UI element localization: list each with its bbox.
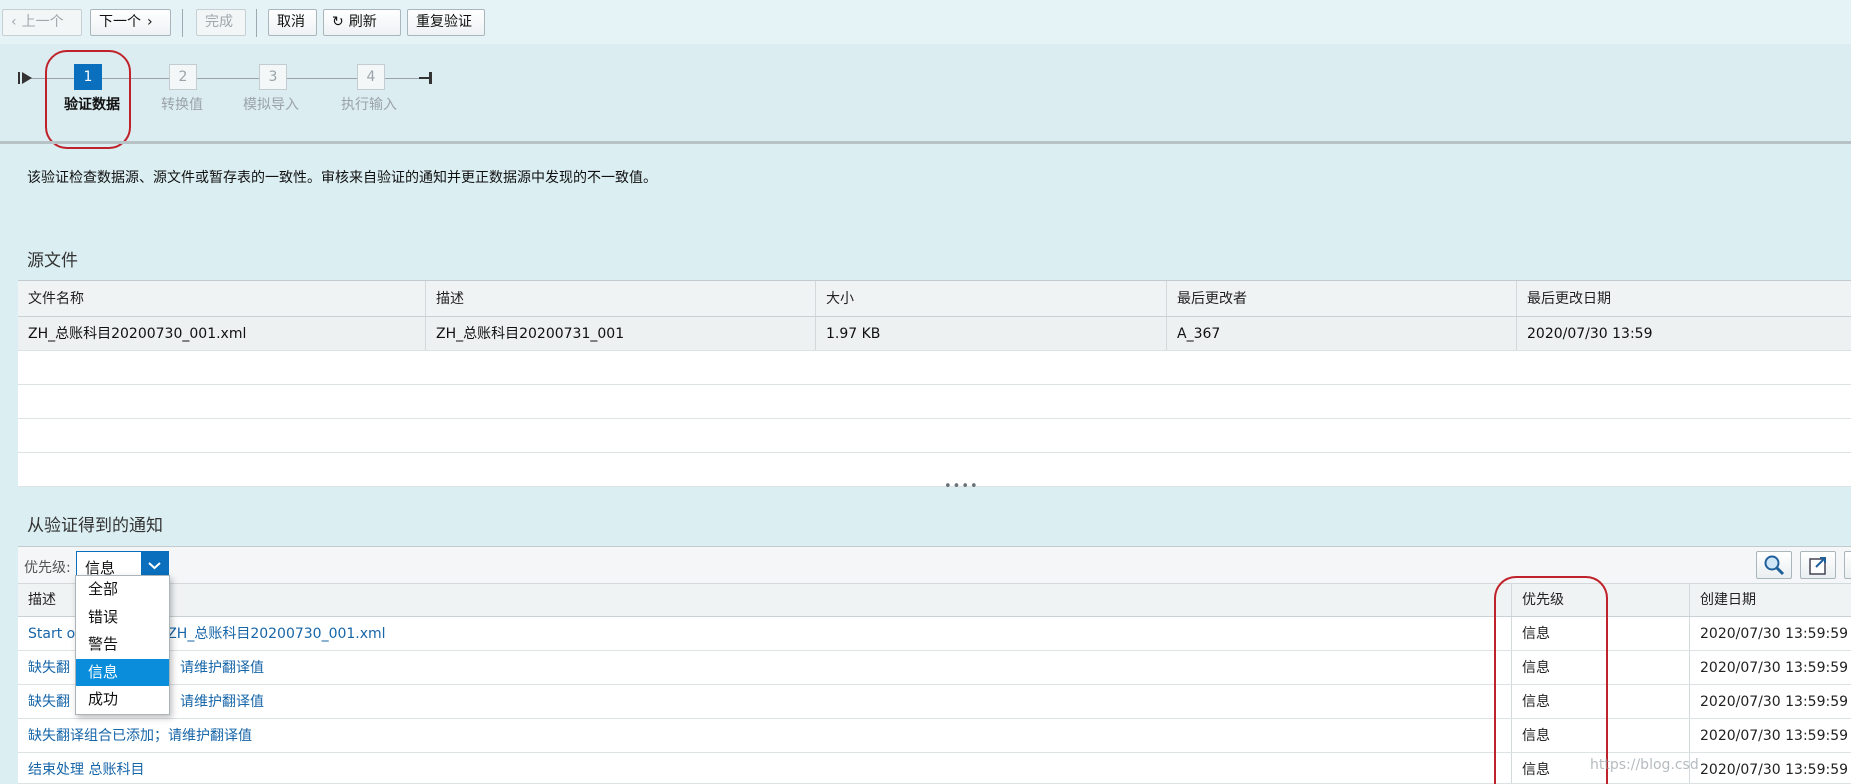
notification-date: 2020/07/30 13:59:59 xyxy=(1700,660,1849,676)
previous-label: 上一个 xyxy=(21,14,64,30)
priority-filter-label: 优先级: xyxy=(24,560,71,576)
step-2-number[interactable]: 2 xyxy=(169,64,197,90)
column-header-description[interactable]: 描述 xyxy=(426,281,816,316)
step-roadmap xyxy=(0,44,1851,140)
toolbar: ‹ 上一个 下一个 › 完成 取消 ↻ 刷新 重复验证 xyxy=(0,0,1851,44)
notification-link-tail[interactable]: 请维护翻译值 xyxy=(180,660,264,676)
refresh-icon: ↻ xyxy=(332,14,344,30)
revalidate-button[interactable]: 重复验证 xyxy=(407,9,485,36)
notification-description: Start or file ZH_总账科目20200730_001.xml xyxy=(18,617,1512,650)
more-button[interactable] xyxy=(1844,551,1851,579)
priority-option-error[interactable]: 错误 xyxy=(76,604,169,632)
notification-date: 2020/07/30 13:59:59 xyxy=(1700,728,1849,744)
notification-date: 2020/07/30 13:59:59 xyxy=(1700,626,1849,642)
notification-link[interactable]: Start o xyxy=(28,626,75,642)
roadmap-end-icon xyxy=(419,72,432,84)
priority-option-warning[interactable]: 警告 xyxy=(76,631,169,659)
chevron-right-icon: › xyxy=(147,14,153,30)
finish-label: 完成 xyxy=(205,14,233,30)
step-2-label[interactable]: 转换值 xyxy=(161,94,203,114)
size-cell: 1.97 KB xyxy=(816,317,1167,350)
highlight-annotation xyxy=(45,50,131,149)
refresh-label: 刷新 xyxy=(348,14,377,30)
file-name-cell: ZH_总账科目20200730_001.xml xyxy=(18,317,426,350)
search-icon xyxy=(1764,555,1785,576)
resize-splitter[interactable]: •••• xyxy=(944,479,979,494)
source-files-table: 文件名称 描述 大小 最后更改者 最后更改日期 ZH_总账科目20200730_… xyxy=(18,280,1851,487)
empty-table-row xyxy=(18,453,1851,487)
intro-text: 该验证检查数据源、源文件或暂存表的一致性。审核来自验证的通知并更正数据源中发现的… xyxy=(27,170,657,186)
column-header-file-name[interactable]: 文件名称 xyxy=(18,281,426,316)
changed-by-cell: A_367 xyxy=(1167,317,1517,350)
column-header-description[interactable]: 描述 xyxy=(18,584,1512,616)
column-header-changed-date[interactable]: 最后更改日期 xyxy=(1517,281,1851,316)
next-button[interactable]: 下一个 › xyxy=(90,9,171,36)
previous-button[interactable]: ‹ 上一个 xyxy=(2,9,82,36)
notification-description: 缺失翻译组合已添加；请维护翻译值 xyxy=(18,719,1512,752)
export-button[interactable] xyxy=(1800,551,1836,579)
notification-date: 2020/07/30 13:59:59 xyxy=(1700,694,1849,710)
description-cell: ZH_总账科目20200731_001 xyxy=(426,317,816,350)
cancel-label: 取消 xyxy=(277,14,305,30)
changed-date-cell: 2020/07/30 13:59 xyxy=(1527,326,1653,342)
notifications-title: 从验证得到的通知 xyxy=(27,516,163,536)
priority-dropdown-list: 全部 错误 警告 信息 成功 xyxy=(75,575,170,715)
notification-description: 缺失翻 请维护翻译值 xyxy=(18,685,1512,718)
step-3-label[interactable]: 模拟导入 xyxy=(243,94,299,114)
table-row[interactable]: ZH_总账科目20200730_001.xml ZH_总账科目20200731_… xyxy=(18,317,1851,351)
priority-option-info[interactable]: 信息 xyxy=(76,658,169,686)
chevron-left-icon: ‹ xyxy=(11,14,17,30)
priority-option-all[interactable]: 全部 xyxy=(76,576,169,604)
next-label: 下一个 xyxy=(99,14,141,30)
roadmap-divider xyxy=(0,141,1851,144)
toolbar-separator xyxy=(256,9,257,37)
step-3-number[interactable]: 3 xyxy=(259,64,287,90)
search-button[interactable] xyxy=(1756,551,1792,579)
step-4-number[interactable]: 4 xyxy=(357,64,385,90)
column-header-size[interactable]: 大小 xyxy=(816,281,1167,316)
column-header-changed-by[interactable]: 最后更改者 xyxy=(1167,281,1517,316)
empty-table-row xyxy=(18,419,1851,453)
empty-table-row xyxy=(18,351,1851,385)
notification-link[interactable]: 缺失翻 xyxy=(28,694,70,710)
toolbar-separator xyxy=(182,9,183,37)
refresh-button[interactable]: ↻ 刷新 xyxy=(323,9,401,36)
column-header-created-date[interactable]: 创建日期 xyxy=(1690,584,1851,616)
priority-option-success[interactable]: 成功 xyxy=(76,686,169,714)
notification-description: 结束处理 总账科目 xyxy=(18,753,1512,783)
step-4-label[interactable]: 执行输入 xyxy=(341,94,397,114)
cancel-button[interactable]: 取消 xyxy=(268,9,317,36)
finish-button[interactable]: 完成 xyxy=(196,9,246,36)
notification-date: 2020/07/30 13:59:59 xyxy=(1700,762,1849,778)
highlight-annotation xyxy=(1494,576,1608,784)
notification-link[interactable]: 缺失翻 xyxy=(28,660,70,676)
source-files-title: 源文件 xyxy=(27,251,78,271)
notification-link[interactable]: 结束处理 总账科目 xyxy=(28,762,144,778)
source-files-header: 文件名称 描述 大小 最后更改者 最后更改日期 xyxy=(18,281,1851,317)
empty-table-row xyxy=(18,385,1851,419)
notification-link[interactable]: 缺失翻译组合已添加；请维护翻译值 xyxy=(28,728,252,744)
notification-description: 缺失翻 请维护翻译值 xyxy=(18,651,1512,684)
watermark: https://blog.csd xyxy=(1590,757,1699,773)
roadmap-start-icon xyxy=(18,72,32,84)
export-icon xyxy=(1809,557,1826,575)
notification-link-tail[interactable]: 请维护翻译值 xyxy=(180,694,264,710)
revalidate-label: 重复验证 xyxy=(416,14,472,30)
